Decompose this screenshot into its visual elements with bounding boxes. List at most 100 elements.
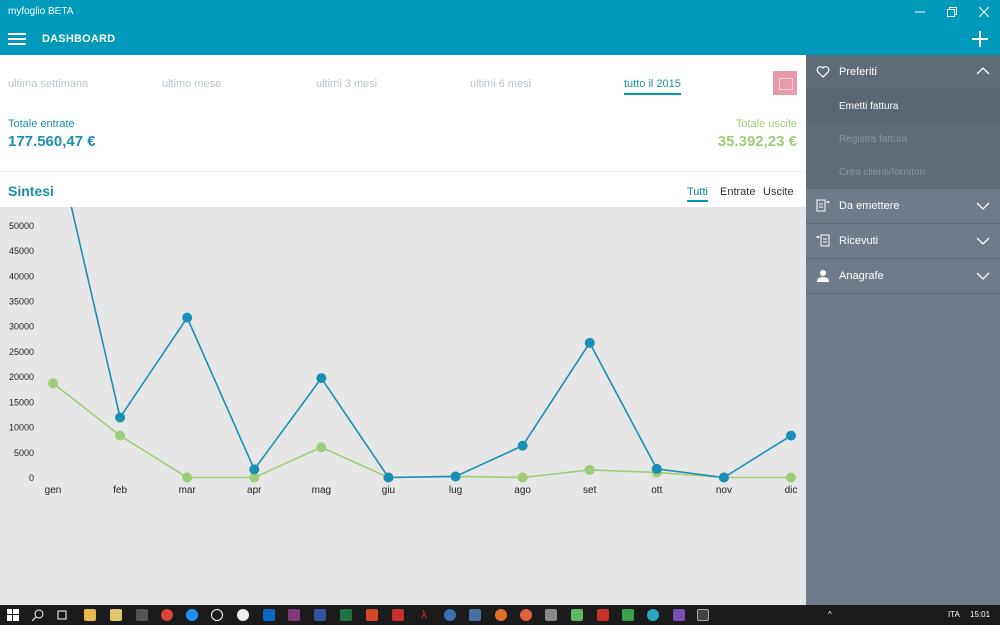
- main-content: ultima settimana ultimo mese ultimi 3 me…: [0, 55, 806, 605]
- windows-start-icon[interactable]: [7, 609, 19, 621]
- data-point[interactable]: [316, 373, 327, 384]
- sidebar-section-anagrafe[interactable]: Anagrafe: [806, 259, 1000, 294]
- data-point[interactable]: [450, 471, 461, 482]
- data-point[interactable]: [249, 464, 260, 475]
- app-icon[interactable]: [545, 609, 557, 621]
- data-point[interactable]: [786, 472, 796, 483]
- app-icon[interactable]: [622, 609, 634, 621]
- close-button[interactable]: [968, 0, 1000, 24]
- myfoglio-taskbar-icon[interactable]: [697, 609, 709, 621]
- sidebar-item-emetti-fattura[interactable]: Emetti fattura: [806, 90, 1000, 123]
- x-tick-label: nov: [716, 485, 732, 496]
- chevron-up-icon: [976, 67, 990, 75]
- chevron-up-icon[interactable]: ^: [828, 610, 832, 619]
- file-explorer-icon[interactable]: [84, 609, 96, 621]
- task-view-icon[interactable]: [56, 609, 68, 621]
- data-point[interactable]: [584, 464, 595, 475]
- data-point[interactable]: [115, 430, 126, 441]
- x-tick-label: set: [583, 485, 597, 496]
- sticky-notes-icon[interactable]: [110, 609, 122, 621]
- data-point[interactable]: [786, 430, 796, 441]
- app-icon[interactable]: [647, 609, 659, 621]
- powerpoint-icon[interactable]: [366, 609, 378, 621]
- sidebar-section-da-emettere[interactable]: Da emettere: [806, 189, 1000, 224]
- onenote-icon[interactable]: [288, 609, 300, 621]
- media-player-icon[interactable]: [211, 609, 223, 621]
- sidebar-label: Preferiti: [839, 66, 877, 78]
- data-point[interactable]: [517, 472, 528, 483]
- filter-tab-all[interactable]: Tutti: [687, 186, 708, 202]
- restore-icon: [947, 7, 957, 17]
- series-line: [70, 207, 792, 479]
- period-all-2015[interactable]: tutto il 2015: [624, 78, 681, 95]
- summary-chart: 0 5000 10000 15000 20000 25000 30000 35000 40000…: [0, 207, 806, 605]
- period-last-month[interactable]: ultimo mese: [162, 78, 221, 90]
- data-point[interactable]: [584, 337, 595, 348]
- language-indicator[interactable]: ITA: [948, 610, 960, 619]
- person-icon: [817, 270, 829, 282]
- heart-icon: [816, 66, 830, 78]
- x-tick-label: apr: [247, 485, 262, 496]
- skype-icon[interactable]: [237, 609, 249, 621]
- app-icon[interactable]: [597, 609, 609, 621]
- data-point[interactable]: [182, 312, 193, 323]
- period-last-3-months[interactable]: ultimi 3 mesi: [316, 78, 377, 90]
- hamburger-menu-icon[interactable]: [8, 31, 26, 47]
- word-icon[interactable]: [314, 609, 326, 621]
- x-tick-label: ago: [514, 485, 531, 496]
- chart-svg: 0 5000 10000 15000 20000 25000 30000 35000 40000…: [9, 207, 797, 496]
- period-last-6-months[interactable]: ultimi 6 mesi: [470, 78, 531, 90]
- search-icon[interactable]: [32, 609, 44, 621]
- app-icon[interactable]: [469, 609, 481, 621]
- app-icon[interactable]: [444, 609, 456, 621]
- y-tick-label: 40000: [9, 271, 34, 281]
- y-tick-label: 10000: [9, 423, 34, 433]
- y-tick-label: 30000: [9, 322, 34, 332]
- x-tick-label: mag: [312, 485, 331, 496]
- data-point[interactable]: [115, 412, 126, 423]
- expense-label: Totale uscite: [735, 118, 797, 130]
- app-icon[interactable]: [571, 609, 583, 621]
- lambda-app-icon[interactable]: λ: [418, 609, 430, 621]
- restore-button[interactable]: [936, 0, 968, 24]
- totals-panel: Totale entrate 177.560,47 € Totale uscit…: [0, 115, 806, 171]
- app-icon[interactable]: [392, 609, 404, 621]
- edge-icon[interactable]: [186, 609, 198, 621]
- app-icon[interactable]: [495, 609, 507, 621]
- sidebar-section-favorites[interactable]: Preferiti: [806, 55, 1000, 90]
- filter-tab-expenses[interactable]: Uscite: [763, 186, 794, 198]
- taskbar: λ ^ ITA 15:01: [0, 605, 1000, 625]
- period-last-week[interactable]: ultima settimana: [8, 78, 88, 90]
- data-point[interactable]: [182, 472, 193, 483]
- x-tick-label: gen: [45, 485, 62, 496]
- data-point[interactable]: [517, 440, 528, 451]
- data-point[interactable]: [718, 472, 729, 483]
- chrome-icon[interactable]: [161, 609, 173, 621]
- incoming-document-icon: [816, 234, 830, 247]
- y-tick-label: 20000: [9, 372, 34, 382]
- phone-app-icon[interactable]: [136, 609, 148, 621]
- clock[interactable]: 15:01: [970, 610, 990, 619]
- minimize-button[interactable]: [904, 0, 936, 24]
- filter-tab-income[interactable]: Entrate: [720, 186, 755, 198]
- data-point[interactable]: [48, 378, 58, 389]
- data-point[interactable]: [316, 442, 327, 453]
- excel-icon[interactable]: [340, 609, 352, 621]
- app-header: DASHBOARD: [0, 24, 1000, 55]
- data-point[interactable]: [383, 472, 394, 483]
- y-tick-label: 50000: [9, 221, 34, 231]
- close-icon: [979, 7, 989, 17]
- app-icon[interactable]: [520, 609, 532, 621]
- sidebar-section-ricevuti[interactable]: Ricevuti: [806, 224, 1000, 259]
- y-tick-label: 15000: [9, 397, 34, 407]
- calendar-button[interactable]: [773, 71, 797, 95]
- chevron-down-icon: [976, 237, 990, 245]
- data-point[interactable]: [651, 463, 662, 474]
- add-icon[interactable]: [968, 27, 992, 51]
- visual-studio-icon[interactable]: [673, 609, 685, 621]
- sidebar-item-crea-clienti[interactable]: Crea clienti/fornitori: [806, 156, 1000, 189]
- x-tick-label: giu: [382, 485, 395, 496]
- y-tick-label: 45000: [9, 246, 34, 256]
- sidebar-item-registra-fattura[interactable]: Registra fattura: [806, 123, 1000, 156]
- outlook-icon[interactable]: [263, 609, 275, 621]
